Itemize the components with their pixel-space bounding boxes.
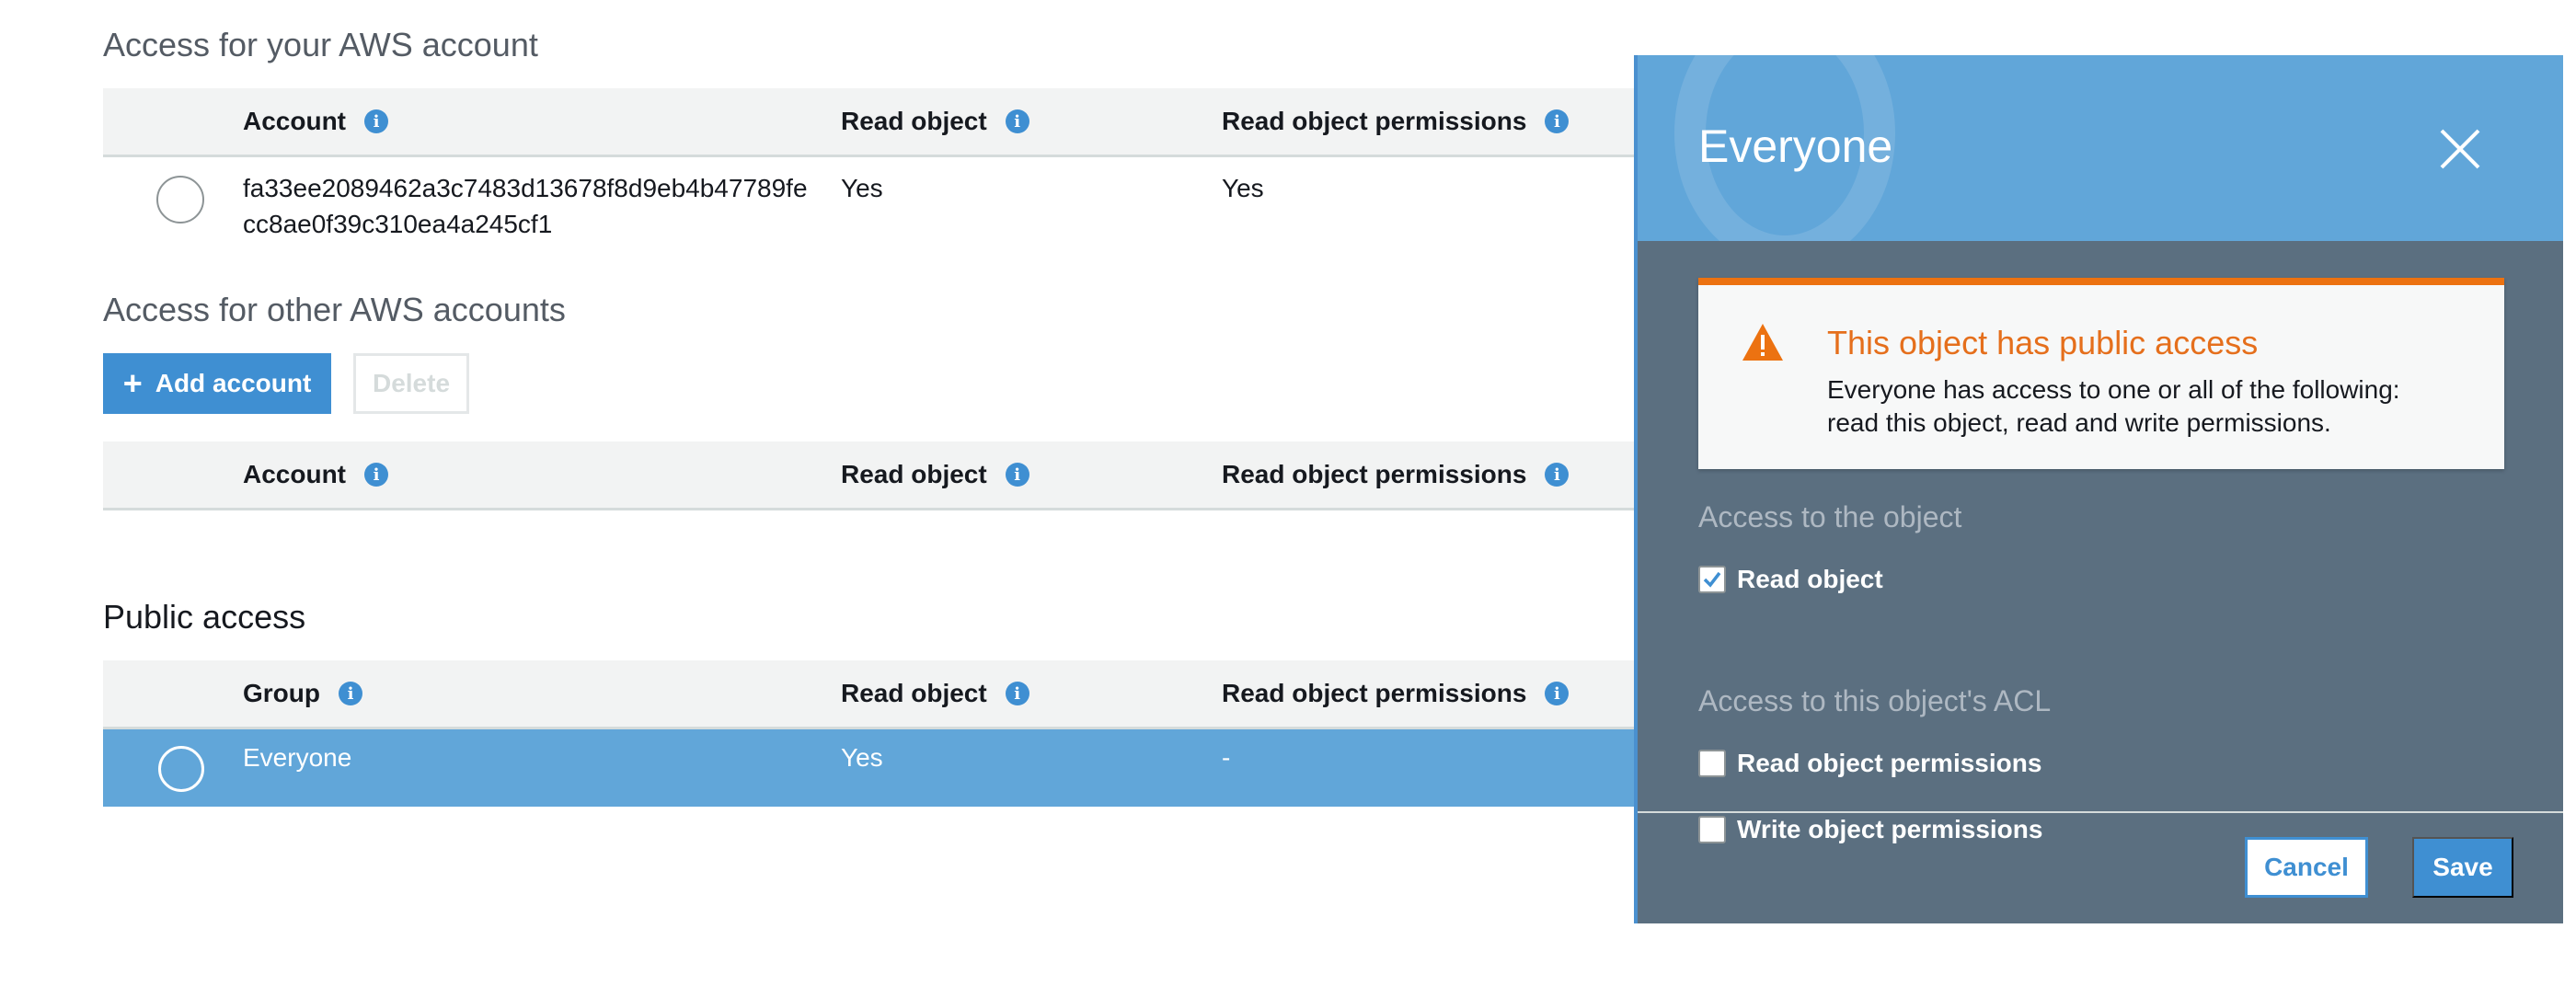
table-header: Group i Read object i Read object permis… [103, 660, 1649, 729]
section-title-other-accounts: Access for other AWS accounts [103, 291, 566, 328]
header-label: Read object permissions [1222, 107, 1527, 135]
column-header-read-permissions: Read object permissions i [1222, 88, 1570, 155]
row-radio-button[interactable] [158, 746, 204, 792]
header-label: Read object permissions [1222, 679, 1527, 707]
info-icon[interactable]: i [1545, 463, 1570, 487]
column-header-read-permissions: Read object permissions i [1222, 660, 1570, 727]
panel-title: Everyone [1698, 120, 1893, 172]
read-permissions-checkbox[interactable] [1698, 750, 1726, 777]
other-accounts-table: Account i Read object i Read object perm… [103, 441, 1649, 510]
section-title-your-account: Access for your AWS account [103, 26, 538, 63]
object-access-heading: Access to the object [1698, 500, 1962, 533]
read-object-checkbox[interactable] [1698, 566, 1726, 593]
save-button[interactable]: Save [2412, 837, 2513, 898]
column-header-read-permissions: Read object permissions i [1222, 441, 1570, 508]
column-header-read-object: Read object i [841, 441, 1029, 508]
read-permissions-checkbox-row[interactable]: Read object permissions [1698, 749, 2041, 778]
public-access-table: Group i Read object i Read object permis… [103, 660, 1649, 807]
everyone-permissions-panel: Everyone This object has public access E… [1634, 55, 2563, 923]
info-icon[interactable]: i [1545, 682, 1570, 705]
alert-line-2: read this object, read and write permiss… [1827, 408, 2331, 437]
header-label: Read object [841, 679, 987, 707]
info-icon[interactable]: i [364, 463, 388, 487]
delete-button[interactable]: Delete [353, 353, 469, 414]
header-label: Read object [841, 107, 987, 135]
read-object-value: Yes [841, 743, 883, 772]
group-name-cell: Everyone [243, 743, 352, 772]
info-icon[interactable]: i [1005, 682, 1029, 705]
info-icon[interactable]: i [1005, 463, 1029, 487]
account-id-line-2: cc8ae0f39c310ea4a245cf1 [243, 210, 553, 238]
header-label: Account [243, 460, 346, 488]
info-icon[interactable]: i [364, 109, 388, 133]
checkmark-icon [1703, 571, 1721, 588]
read-object-label: Read object [1737, 565, 1883, 593]
panel-header: Everyone [1638, 55, 2563, 241]
alert-title: This object has public access [1827, 324, 2259, 361]
header-label: Read object permissions [1222, 460, 1527, 488]
read-object-value: Yes [841, 174, 883, 202]
cancel-button[interactable]: Cancel [2245, 837, 2368, 898]
plus-icon: + [122, 364, 143, 402]
account-id-line-1: fa33ee2089462a3c7483d13678f8d9eb4b47789f… [243, 174, 808, 202]
alert-text: Everyone has access to one or all of the… [1827, 373, 2471, 440]
column-header-group: Group i [243, 660, 362, 727]
section-title-public-access: Public access [103, 598, 306, 636]
write-permissions-label: Write object permissions [1737, 815, 2043, 843]
column-header-account: Account i [243, 88, 388, 155]
column-header-read-object: Read object i [841, 88, 1029, 155]
write-permissions-checkbox[interactable] [1698, 816, 1726, 843]
alert-line-1: Everyone has access to one or all of the… [1827, 375, 2400, 404]
header-label: Account [243, 107, 346, 135]
table-header: Account i Read object i Read object perm… [103, 88, 1649, 157]
add-account-button[interactable]: + Add account [103, 353, 331, 414]
column-header-account: Account i [243, 441, 388, 508]
table-row-selected[interactable]: Everyone Yes - [103, 729, 1649, 807]
public-access-alert: This object has public access Everyone h… [1698, 278, 2504, 469]
header-label: Read object [841, 460, 987, 488]
info-icon[interactable]: i [339, 682, 362, 705]
read-permissions-value: Yes [1222, 174, 1264, 202]
read-permissions-value: - [1222, 743, 1231, 772]
acl-access-heading: Access to this object's ACL [1698, 684, 2052, 717]
info-icon[interactable]: i [1545, 109, 1570, 133]
close-icon[interactable] [2431, 120, 2490, 178]
info-icon[interactable]: i [1005, 109, 1029, 133]
column-header-read-object: Read object i [841, 660, 1029, 727]
write-permissions-checkbox-row[interactable]: Write object permissions [1698, 815, 2042, 844]
read-permissions-label: Read object permissions [1737, 749, 2042, 777]
row-radio-button[interactable] [156, 176, 204, 224]
warning-icon [1741, 322, 1785, 362]
footer-divider [1638, 811, 2563, 813]
add-account-label: Add account [155, 369, 312, 397]
read-object-checkbox-row[interactable]: Read object [1698, 565, 1883, 594]
header-label: Group [243, 679, 320, 707]
table-header: Account i Read object i Read object perm… [103, 441, 1649, 510]
